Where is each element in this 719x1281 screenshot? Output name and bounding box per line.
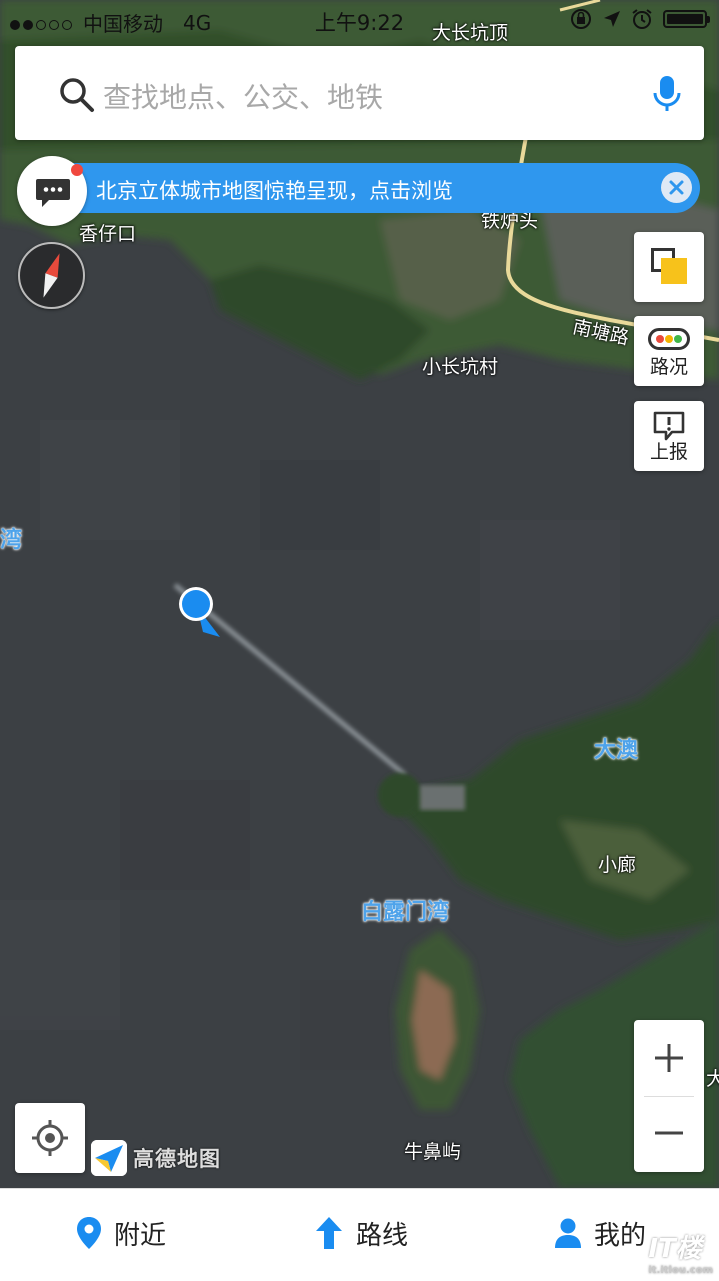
user-icon	[555, 1218, 581, 1248]
brand-logo: 高德地图	[91, 1140, 221, 1176]
layers-button[interactable]	[634, 232, 704, 302]
search-input[interactable]: 查找地点、公交、地铁	[103, 76, 383, 116]
status-bar: 中国移动 4G 上午9:22	[0, 0, 719, 40]
unread-badge	[71, 164, 83, 176]
crosshair-icon	[32, 1120, 68, 1156]
amap-logo-icon	[91, 1140, 127, 1176]
bottom-tab-bar: 附近 路线 我的	[0, 1188, 719, 1281]
place-label[interactable]: 大官	[706, 1064, 719, 1091]
zoom-out-button[interactable]	[634, 1097, 704, 1172]
place-label[interactable]: 香仔口	[79, 219, 136, 246]
traffic-light-icon	[648, 328, 690, 350]
report-label: 上报	[649, 441, 688, 463]
tab-nearby[interactable]: 附近	[76, 1211, 166, 1255]
traffic-button[interactable]: 路况	[634, 316, 704, 386]
alarm-icon	[632, 9, 652, 29]
minus-icon	[655, 1131, 683, 1135]
location-arrow-icon	[604, 11, 620, 27]
place-label[interactable]: 牛鼻屿	[404, 1137, 461, 1164]
location-pin-icon	[77, 1217, 101, 1249]
zoom-in-button[interactable]	[634, 1020, 704, 1095]
locate-me-button[interactable]	[15, 1103, 85, 1173]
tab-route-label: 路线	[356, 1220, 409, 1251]
search-icon	[60, 78, 94, 112]
traffic-label: 路况	[649, 356, 688, 378]
close-icon	[669, 180, 684, 195]
report-button[interactable]: 上报	[634, 401, 704, 471]
compass-button[interactable]	[18, 242, 85, 309]
tab-nearby-label: 附近	[114, 1220, 167, 1251]
tab-mine-label: 我的	[594, 1220, 647, 1251]
rotation-lock-icon	[571, 9, 591, 29]
place-label[interactable]: 小廊	[598, 850, 636, 877]
promo-banner-text[interactable]: 北京立体城市地图惊艳呈现，点击浏览	[96, 175, 453, 205]
microphone-icon[interactable]	[651, 74, 683, 114]
brand-name: 高德地图	[133, 1147, 221, 1171]
battery-icon	[663, 10, 710, 28]
search-bar[interactable]: 查找地点、公交、地铁	[15, 46, 704, 140]
promo-banner[interactable]: 北京立体城市地图惊艳呈现，点击浏览	[34, 163, 700, 213]
close-button[interactable]	[661, 172, 692, 203]
zoom-control	[634, 1020, 704, 1172]
water-label[interactable]: 湾	[0, 522, 22, 554]
water-label[interactable]: 白露门湾	[361, 894, 449, 926]
compass-icon	[43, 253, 60, 298]
message-bubble-icon	[36, 179, 70, 207]
watermark: IT楼 it.itlou.com	[648, 1234, 713, 1276]
tab-mine[interactable]: 我的	[554, 1211, 646, 1255]
current-location-marker[interactable]	[175, 585, 225, 640]
route-arrow-icon	[316, 1217, 342, 1249]
water-label[interactable]: 大澳	[594, 732, 638, 764]
tab-route[interactable]: 路线	[314, 1211, 408, 1255]
messages-button[interactable]	[17, 156, 87, 226]
place-label[interactable]: 小长坑村	[422, 352, 498, 379]
plus-icon	[655, 1044, 683, 1072]
